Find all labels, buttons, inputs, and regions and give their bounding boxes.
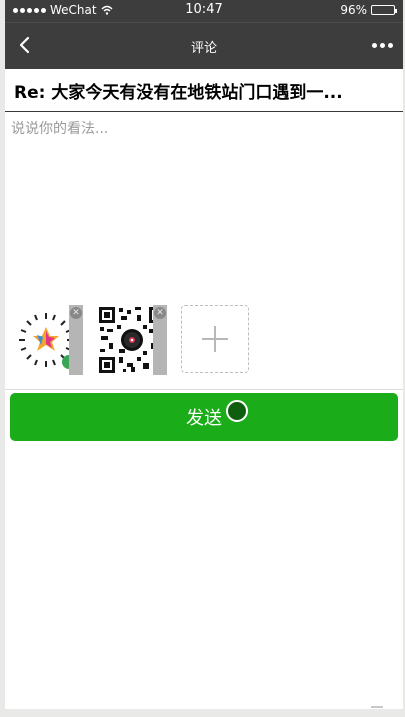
home-indicator — [371, 706, 383, 708]
close-icon: ✕ — [70, 307, 82, 319]
uploaded-image[interactable]: ✕ — [13, 305, 83, 375]
navigation-bar: 评论 — [5, 22, 403, 69]
comment-area — [5, 112, 403, 292]
remove-image-button[interactable]: ✕ — [153, 305, 167, 375]
send-button[interactable]: 发送 — [10, 393, 398, 441]
comment-page: WeChat 10:47 96% 评论 Re: 大家今天有没有在地铁站门口遇到一… — [5, 0, 403, 709]
comment-input[interactable] — [11, 118, 397, 288]
send-button-label: 发送 — [186, 408, 222, 428]
image-uploads: ✕ ✕ — [5, 305, 403, 375]
uploaded-image[interactable]: ✕ — [97, 305, 167, 375]
more-options-button[interactable] — [372, 43, 393, 48]
battery-icon — [371, 5, 397, 15]
more-dot — [380, 43, 385, 48]
status-bar: WeChat 10:47 96% — [5, 0, 403, 22]
more-dot — [372, 43, 377, 48]
more-dot — [388, 43, 393, 48]
page-title: 评论 — [190, 41, 217, 56]
divider — [5, 389, 403, 390]
status-right: 96% — [340, 3, 397, 17]
remove-image-button[interactable]: ✕ — [69, 305, 83, 375]
post-title: Re: 大家今天有没有在地铁站门口遇到一... — [5, 69, 403, 112]
close-icon: ✕ — [154, 307, 166, 319]
battery-percent: 96% — [340, 3, 367, 17]
add-image-button[interactable] — [181, 305, 249, 373]
touch-indicator — [226, 400, 248, 422]
